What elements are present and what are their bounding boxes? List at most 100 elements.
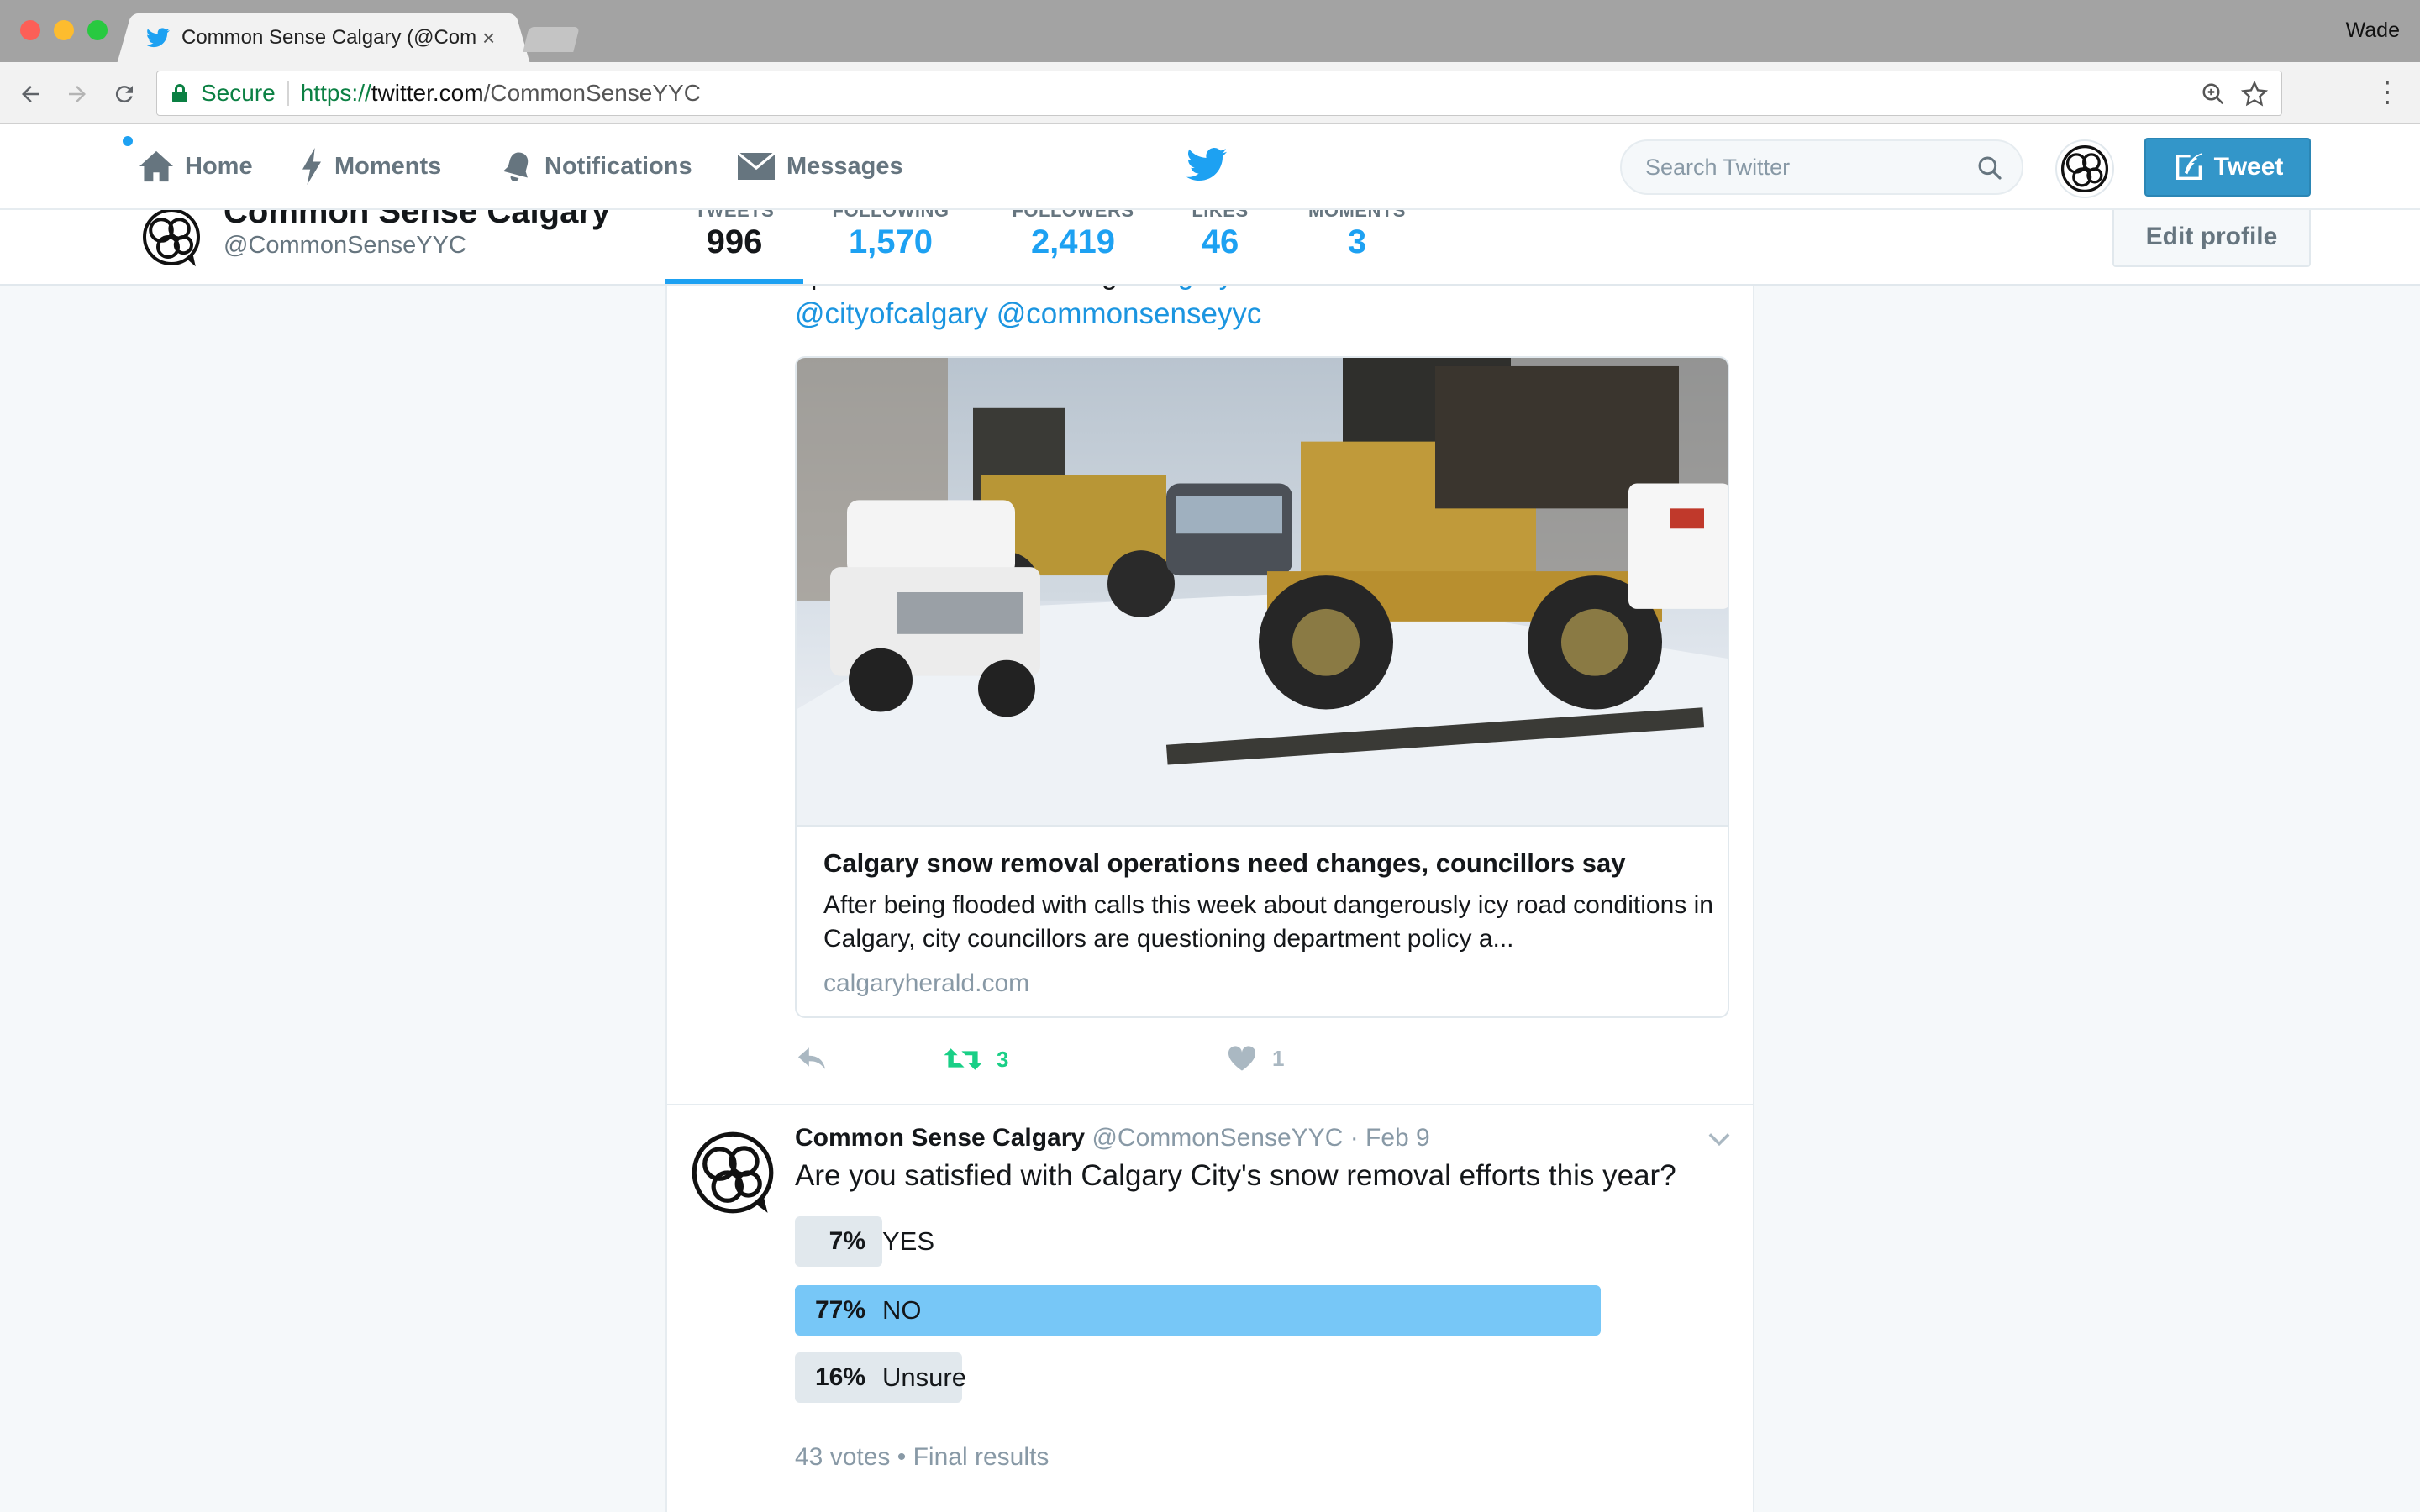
poll-option: 16% Unsure bbox=[795, 1352, 1729, 1403]
stat-value: 46 bbox=[1201, 223, 1239, 260]
tab-title: Common Sense Calgary (@CommonSenseYYC) |… bbox=[182, 26, 476, 49]
poll-option-label: YES bbox=[882, 1226, 935, 1256]
tweet-divider bbox=[667, 1104, 1753, 1105]
stat-value: 1,570 bbox=[848, 223, 934, 260]
nav-home-label: Home bbox=[185, 152, 253, 180]
nav-moments-label: Moments bbox=[334, 152, 442, 180]
omnibox-divider bbox=[287, 81, 289, 106]
poll-option: 77% NO bbox=[795, 1285, 1729, 1336]
profile-avatar[interactable] bbox=[138, 210, 205, 270]
snow-plow-photo bbox=[797, 358, 1728, 827]
back-button[interactable] bbox=[13, 77, 47, 111]
home-notification-dot bbox=[123, 136, 133, 146]
tweet-actions: 3 1 bbox=[795, 1045, 1299, 1082]
search-input[interactable] bbox=[1645, 154, 1965, 181]
nav-messages-label: Messages bbox=[786, 152, 903, 180]
link-card[interactable]: Calgary snow removal operations need cha… bbox=[795, 356, 1729, 1018]
stat-following[interactable]: FOLLOWING 1,570 bbox=[823, 210, 958, 284]
close-window-button[interactable] bbox=[20, 20, 40, 40]
zoom-window-button[interactable] bbox=[87, 20, 108, 40]
tweet-header: Common Sense Calgary @CommonSenseYYC · F… bbox=[795, 1124, 1430, 1152]
profile-logo-icon bbox=[2060, 144, 2109, 193]
tweet-author-name[interactable]: Common Sense Calgary bbox=[795, 1124, 1085, 1152]
tweet-author-handle[interactable]: @CommonSenseYYC bbox=[1092, 1124, 1343, 1152]
bookmark-star-icon[interactable] bbox=[2241, 81, 2268, 108]
nav-notifications-label: Notifications bbox=[544, 152, 692, 180]
like-count: 1 bbox=[1272, 1045, 1285, 1071]
lightning-icon bbox=[302, 148, 321, 185]
retweet-button[interactable]: 3 bbox=[943, 1045, 1008, 1074]
forward-arrow-icon bbox=[69, 86, 86, 102]
account-avatar[interactable] bbox=[2055, 139, 2114, 198]
bell-icon bbox=[502, 152, 529, 181]
browser-toolbar: Secure https://twitter.com/CommonSenseYY… bbox=[0, 62, 2420, 124]
envelope-icon bbox=[736, 151, 776, 180]
profile-name[interactable]: Common Sense Calgary bbox=[224, 210, 610, 231]
poll-votes: 43 votes bbox=[795, 1443, 891, 1471]
browser-menu-icon[interactable]: ⋮ bbox=[2373, 77, 2402, 108]
poll-footer: 43 votes • Final results bbox=[795, 1443, 1049, 1472]
poll-option: 7% YES bbox=[795, 1216, 1729, 1267]
address-bar[interactable]: Secure https://twitter.com/CommonSenseYY… bbox=[156, 71, 2282, 116]
stat-label: FOLLOWING bbox=[832, 210, 950, 221]
zoom-icon[interactable] bbox=[2201, 81, 2226, 107]
twitter-global-nav: Home Moments Notifications Messages Twee… bbox=[0, 124, 2420, 210]
browser-tab[interactable]: Common Sense Calgary (@CommonSenseYYC) |… bbox=[134, 13, 513, 62]
card-description: After being flooded with calls this week… bbox=[823, 891, 1713, 953]
new-tab-button[interactable] bbox=[523, 27, 580, 52]
forward-button[interactable] bbox=[60, 77, 94, 111]
minimize-window-button[interactable] bbox=[54, 20, 74, 40]
heart-icon bbox=[1228, 1046, 1256, 1071]
stat-label: LIKES bbox=[1192, 210, 1249, 221]
compose-quill-icon bbox=[2175, 153, 2202, 180]
tab-close-icon[interactable]: × bbox=[482, 25, 495, 51]
stat-value: 2,419 bbox=[1030, 223, 1116, 260]
lock-icon bbox=[172, 84, 187, 102]
reload-button[interactable] bbox=[108, 77, 141, 111]
reload-icon bbox=[115, 86, 133, 103]
nav-moments[interactable]: Moments bbox=[299, 124, 441, 208]
stat-label: TWEETS bbox=[694, 210, 775, 221]
like-button[interactable]: 1 bbox=[1227, 1045, 1284, 1072]
edit-profile-button[interactable]: Edit profile bbox=[2112, 210, 2311, 267]
stat-value: 3 bbox=[1347, 223, 1367, 260]
back-arrow-icon bbox=[22, 86, 39, 102]
tweet-author-avatar[interactable] bbox=[689, 1129, 776, 1216]
compose-tweet-button[interactable]: Tweet bbox=[2144, 138, 2311, 197]
reply-icon bbox=[798, 1047, 825, 1069]
secure-label: Secure bbox=[201, 80, 276, 106]
tweet-text: Are you satisfied with Calgary City's sn… bbox=[795, 1159, 1676, 1192]
reply-button[interactable] bbox=[795, 1045, 829, 1072]
twitter-favicon-icon bbox=[146, 28, 170, 48]
compose-tweet-label: Tweet bbox=[2213, 153, 2284, 181]
stat-moments[interactable]: MOMENTS 3 bbox=[1301, 210, 1413, 284]
browser-profile-name[interactable]: Wade bbox=[2346, 18, 2400, 43]
nav-home[interactable]: Home bbox=[138, 124, 253, 208]
stat-value: 996 bbox=[706, 223, 763, 260]
stat-label: MOMENTS bbox=[1308, 210, 1406, 221]
poll-percent: 77% bbox=[814, 1296, 865, 1324]
nav-messages[interactable]: Messages bbox=[736, 124, 903, 208]
chevron-down-icon[interactable] bbox=[1707, 1131, 1731, 1147]
search-icon[interactable] bbox=[1976, 155, 2003, 181]
card-title: Calgary snow removal operations need cha… bbox=[823, 848, 1626, 878]
poll-percent: 16% bbox=[814, 1363, 865, 1391]
retweet-count: 3 bbox=[997, 1046, 1009, 1072]
card-domain: calgaryherald.com bbox=[823, 969, 1030, 997]
nav-notifications[interactable]: Notifications bbox=[501, 124, 692, 208]
tweet-mentions[interactable]: @cityofcalgary @commonsenseyyc bbox=[795, 297, 1261, 331]
tweet-date[interactable]: Feb 9 bbox=[1365, 1124, 1430, 1152]
timeline: operations need to change calgaryherald.… bbox=[666, 210, 1754, 1512]
profile-header-bar: Common Sense Calgary @CommonSenseYYC TWE… bbox=[0, 210, 2420, 286]
stat-tweets[interactable]: TWEETS 996 bbox=[679, 210, 790, 284]
poll-option-label: NO bbox=[882, 1295, 922, 1325]
stat-followers[interactable]: FOLLOWERS 2,419 bbox=[1002, 210, 1144, 284]
active-tab-indicator bbox=[666, 279, 803, 284]
poll-status: Final results bbox=[913, 1443, 1050, 1471]
twitter-bird-logo-icon[interactable] bbox=[1186, 148, 1227, 181]
search-box bbox=[1620, 139, 2023, 195]
stat-label: FOLLOWERS bbox=[1012, 210, 1134, 221]
stat-likes[interactable]: LIKES 46 bbox=[1185, 210, 1255, 284]
tweet-meta-separator: · bbox=[1343, 1124, 1366, 1152]
poll-percent: 7% bbox=[829, 1227, 865, 1255]
